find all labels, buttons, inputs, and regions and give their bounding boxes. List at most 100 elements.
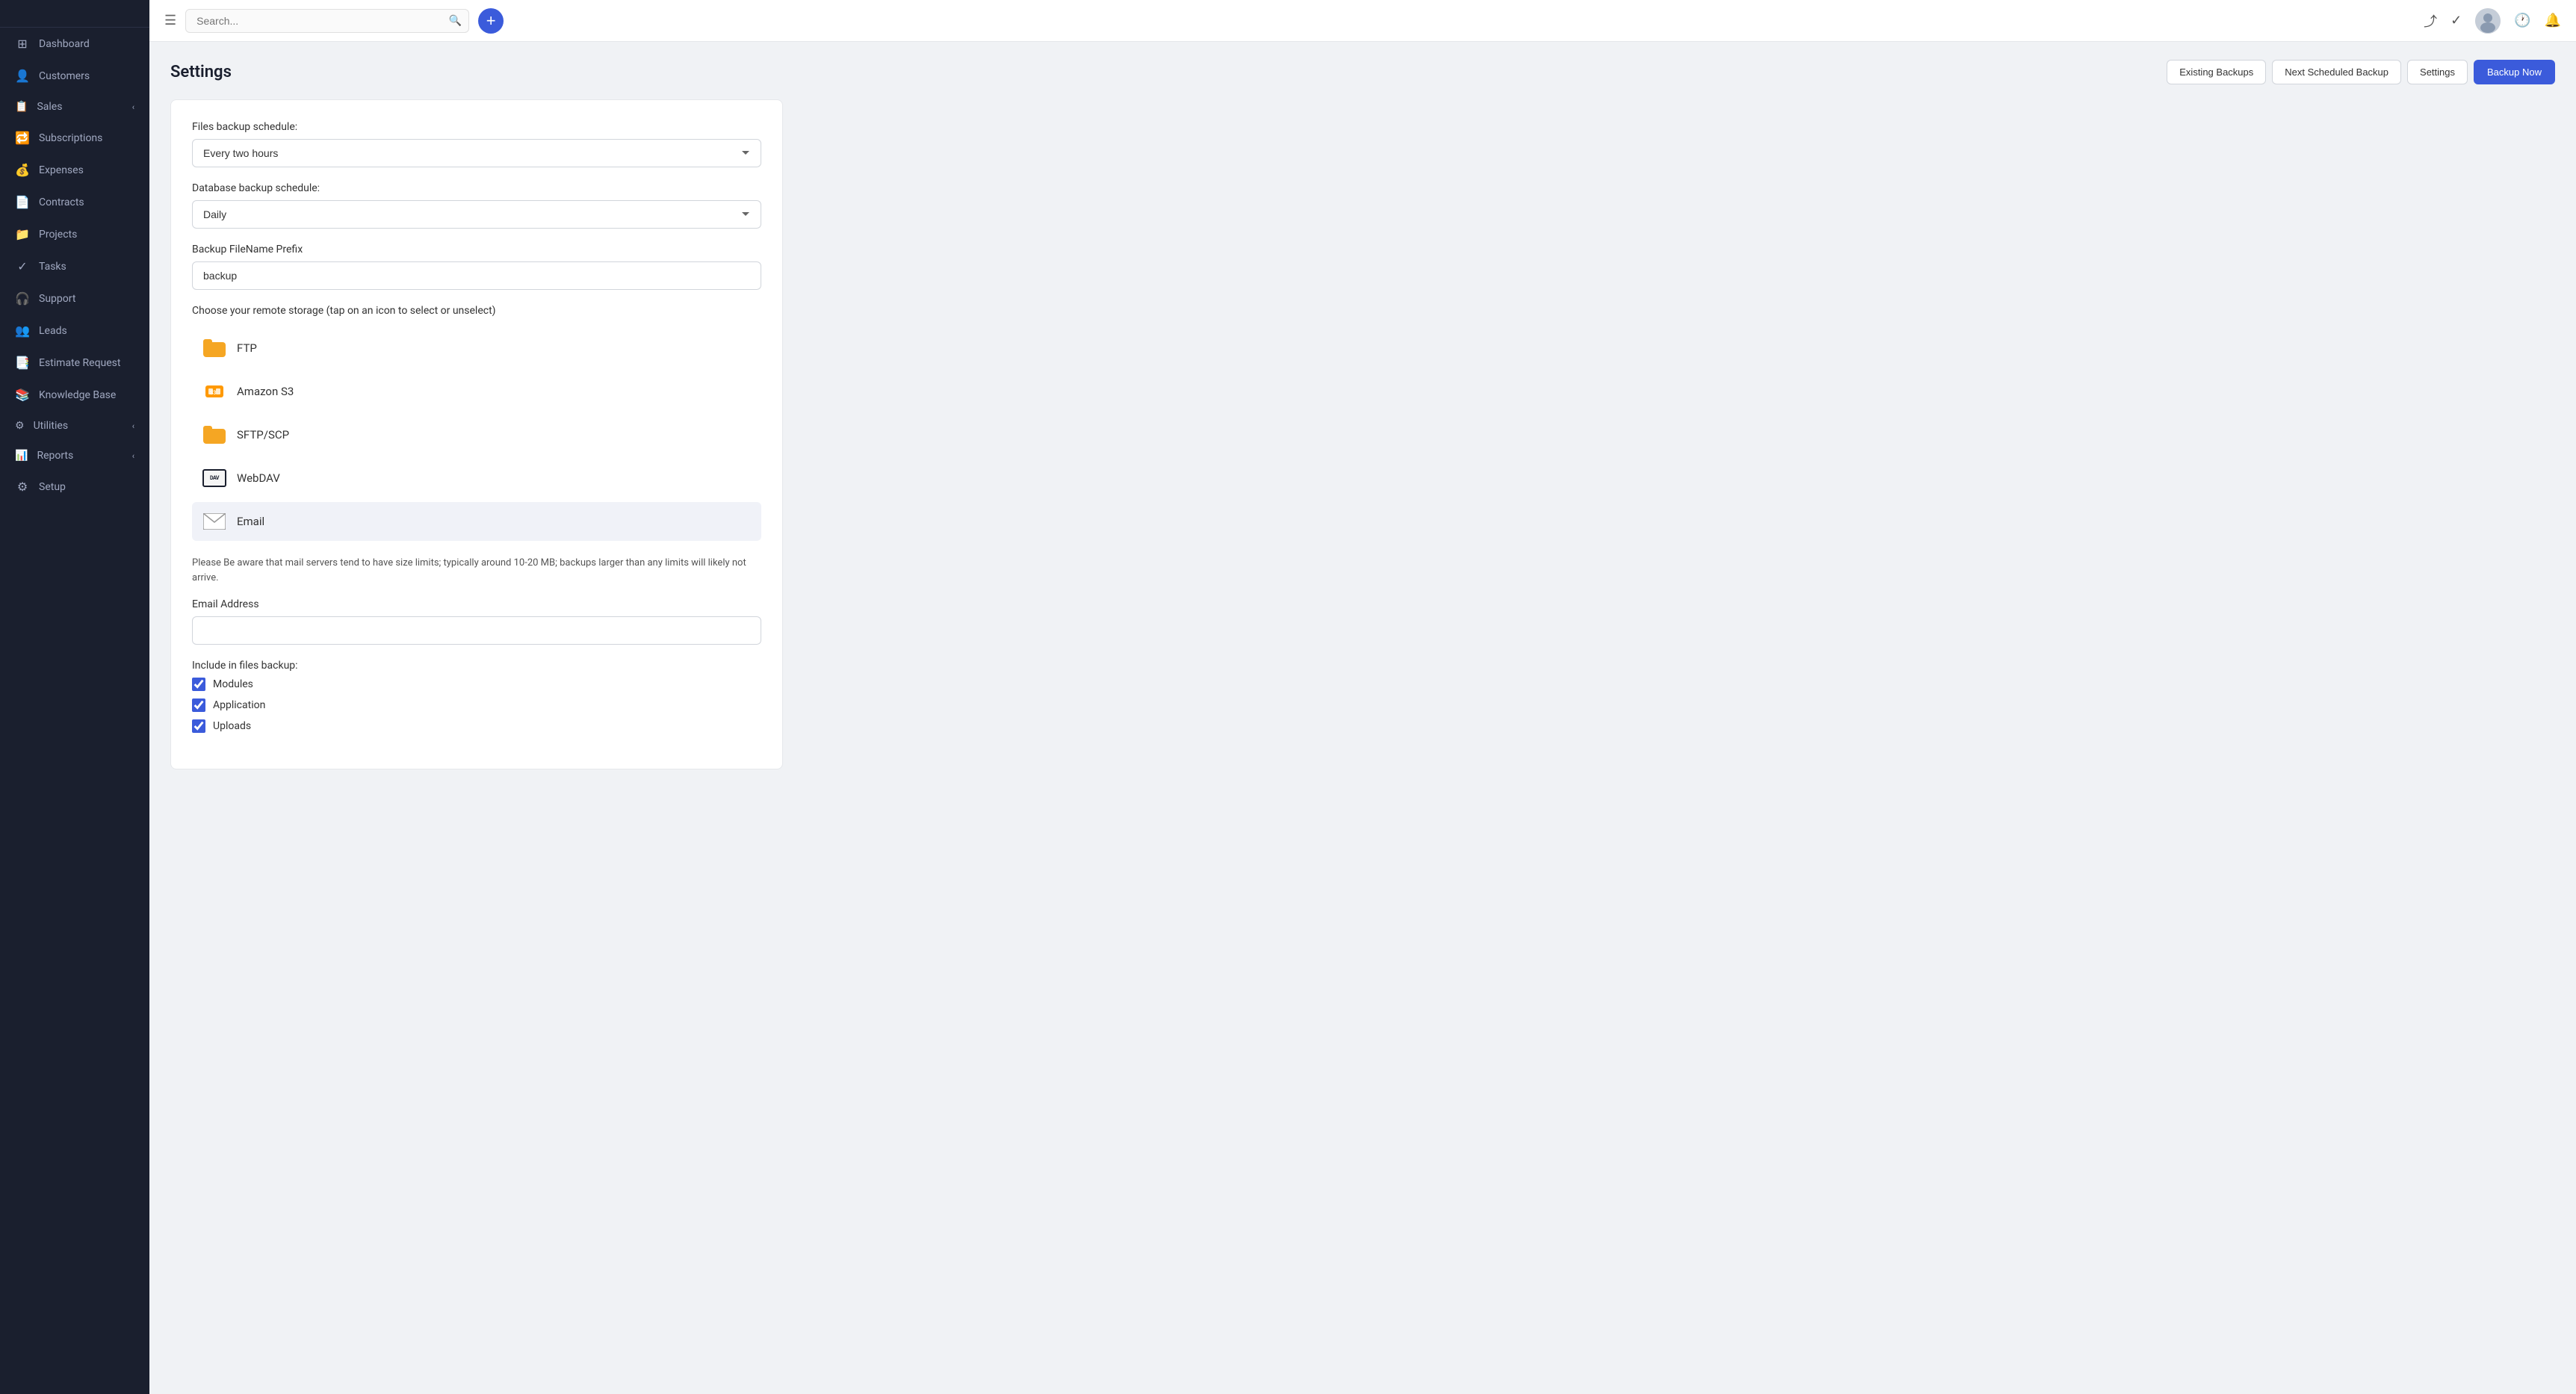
email-label: Email — [237, 515, 264, 528]
storage-option-webdav[interactable]: DAV WebDAV — [192, 459, 761, 498]
sidebar-item-tasks[interactable]: ✓ Tasks — [0, 250, 149, 282]
customers-icon: 👤 — [15, 69, 30, 83]
dashboard-icon: ⊞ — [15, 37, 30, 51]
chevron-left-icon-utilities: ‹ — [132, 421, 134, 431]
sidebar-item-support[interactable]: 🎧 Support — [0, 282, 149, 315]
storage-option-amazon-s3[interactable]: S3 Amazon S3 — [192, 372, 761, 411]
uploads-label: Uploads — [213, 720, 251, 732]
backup-filename-prefix-label: Backup FileName Prefix — [192, 244, 761, 255]
main-area: ☰ 🔍 + ⤴ ✓ 🕐 🔔 Settings Existing Backups … — [149, 0, 2576, 1394]
email-notice: Please Be aware that mail servers tend t… — [192, 556, 761, 585]
search-container: 🔍 — [185, 9, 469, 33]
avatar[interactable] — [2475, 8, 2501, 34]
sidebar-item-setup[interactable]: ⚙ Setup — [0, 471, 149, 503]
estimate-icon: 📑 — [15, 356, 30, 370]
backup-now-button[interactable]: Backup Now — [2474, 60, 2555, 84]
include-files-backup-label: Include in files backup: — [192, 660, 761, 672]
storage-option-sftp-scp[interactable]: SFTP/SCP — [192, 415, 761, 454]
sidebar-item-projects[interactable]: 📁 Projects — [0, 218, 149, 250]
application-checkbox[interactable] — [192, 698, 205, 712]
uploads-checkbox[interactable] — [192, 719, 205, 733]
bell-icon[interactable]: 🔔 — [2545, 13, 2561, 28]
support-icon: 🎧 — [15, 291, 30, 306]
header-actions: Existing Backups Next Scheduled Backup S… — [2167, 60, 2555, 84]
checkbox-item-modules[interactable]: Modules — [192, 678, 761, 691]
sidebar-item-leads[interactable]: 👥 Leads — [0, 315, 149, 347]
sidebar-item-label: Utilities — [34, 420, 69, 432]
sidebar-item-label: Sales — [37, 101, 62, 113]
backup-filename-prefix-input[interactable] — [192, 261, 761, 290]
database-backup-schedule-label: Database backup schedule: — [192, 182, 761, 194]
sidebar-item-label: Setup — [39, 481, 66, 493]
existing-backups-button[interactable]: Existing Backups — [2167, 60, 2266, 84]
sidebar-item-reports[interactable]: 📊 Reports ‹ — [0, 441, 149, 471]
checkbox-item-uploads[interactable]: Uploads — [192, 719, 761, 733]
leads-icon: 👥 — [15, 323, 30, 338]
sidebar: ⊞ Dashboard 👤 Customers 📋 Sales ‹ 🔁 Subs… — [0, 0, 149, 1394]
include-files-backup-group: Include in files backup: Modules Applica… — [192, 660, 761, 733]
sftp-scp-label: SFTP/SCP — [237, 428, 289, 442]
sidebar-item-subscriptions[interactable]: 🔁 Subscriptions — [0, 122, 149, 154]
ftp-label: FTP — [237, 341, 257, 355]
settings-card: Files backup schedule: Every two hours H… — [170, 99, 783, 769]
history-icon[interactable]: 🕐 — [2514, 13, 2530, 28]
storage-options-list: FTP S3 Amazon — [192, 329, 761, 541]
sidebar-item-knowledge-base[interactable]: 📚 Knowledge Base — [0, 379, 149, 411]
modules-checkbox[interactable] — [192, 678, 205, 691]
sidebar-item-label: Support — [39, 293, 75, 305]
sidebar-item-label: Estimate Request — [39, 357, 121, 369]
email-address-group: Email Address — [192, 598, 761, 645]
remote-storage-label: Choose your remote storage (tap on an ic… — [192, 305, 761, 317]
files-backup-schedule-select[interactable]: Every two hours Hourly Every 6 hours Eve… — [192, 139, 761, 167]
sidebar-item-label: Expenses — [39, 164, 84, 176]
setup-icon: ⚙ — [15, 480, 30, 494]
sidebar-item-customers[interactable]: 👤 Customers — [0, 60, 149, 92]
sidebar-item-dashboard[interactable]: ⊞ Dashboard — [0, 28, 149, 60]
checkbox-group: Modules Application Uploads — [192, 678, 761, 733]
sidebar-item-label: Knowledge Base — [39, 389, 116, 401]
checkbox-item-application[interactable]: Application — [192, 698, 761, 712]
settings-button[interactable]: Settings — [2407, 60, 2468, 84]
content-area: Settings Existing Backups Next Scheduled… — [149, 42, 2576, 1394]
email-address-label: Email Address — [192, 598, 761, 610]
chevron-left-icon: ‹ — [132, 102, 134, 112]
page-title: Settings — [170, 63, 232, 81]
chevron-left-icon-reports: ‹ — [132, 451, 134, 461]
expenses-icon: 💰 — [15, 163, 30, 177]
projects-icon: 📁 — [15, 227, 30, 241]
settings-header: Settings Existing Backups Next Scheduled… — [170, 60, 2555, 84]
files-backup-schedule-label: Files backup schedule: — [192, 121, 761, 133]
utilities-icon: ⚙ — [15, 420, 25, 432]
sidebar-item-estimate-request[interactable]: 📑 Estimate Request — [0, 347, 149, 379]
application-label: Application — [213, 699, 265, 711]
contracts-icon: 📄 — [15, 195, 30, 209]
remote-storage-group: Choose your remote storage (tap on an ic… — [192, 305, 761, 541]
reports-icon: 📊 — [15, 450, 28, 462]
sidebar-item-label: Projects — [39, 229, 77, 241]
storage-option-ftp[interactable]: FTP — [192, 329, 761, 368]
sidebar-item-sales[interactable]: 📋 Sales ‹ — [0, 92, 149, 122]
next-scheduled-backup-button[interactable]: Next Scheduled Backup — [2272, 60, 2401, 84]
sales-icon: 📋 — [15, 101, 28, 113]
webdav-label: WebDAV — [237, 471, 280, 485]
sidebar-item-label: Reports — [37, 450, 73, 462]
search-input[interactable] — [185, 9, 469, 33]
modules-label: Modules — [213, 678, 253, 690]
menu-icon[interactable]: ☰ — [164, 13, 176, 28]
email-address-input[interactable] — [192, 616, 761, 645]
sidebar-item-label: Customers — [39, 70, 90, 82]
add-button[interactable]: + — [478, 8, 504, 34]
svg-text:S3: S3 — [210, 390, 216, 396]
backup-filename-prefix-group: Backup FileName Prefix — [192, 244, 761, 290]
tasks-icon: ✓ — [15, 259, 30, 273]
storage-option-email[interactable]: Email — [192, 502, 761, 541]
check-icon[interactable]: ✓ — [2450, 13, 2462, 28]
database-backup-schedule-select[interactable]: Hourly Every two hours Every 6 hours Eve… — [192, 200, 761, 229]
sidebar-item-utilities[interactable]: ⚙ Utilities ‹ — [0, 411, 149, 441]
sidebar-item-contracts[interactable]: 📄 Contracts — [0, 186, 149, 218]
sidebar-item-expenses[interactable]: 💰 Expenses — [0, 154, 149, 186]
search-icon: 🔍 — [449, 15, 462, 27]
sidebar-logo — [0, 0, 149, 28]
share-icon[interactable]: ⤴ — [2424, 11, 2437, 31]
topbar: ☰ 🔍 + ⤴ ✓ 🕐 🔔 — [149, 0, 2576, 42]
